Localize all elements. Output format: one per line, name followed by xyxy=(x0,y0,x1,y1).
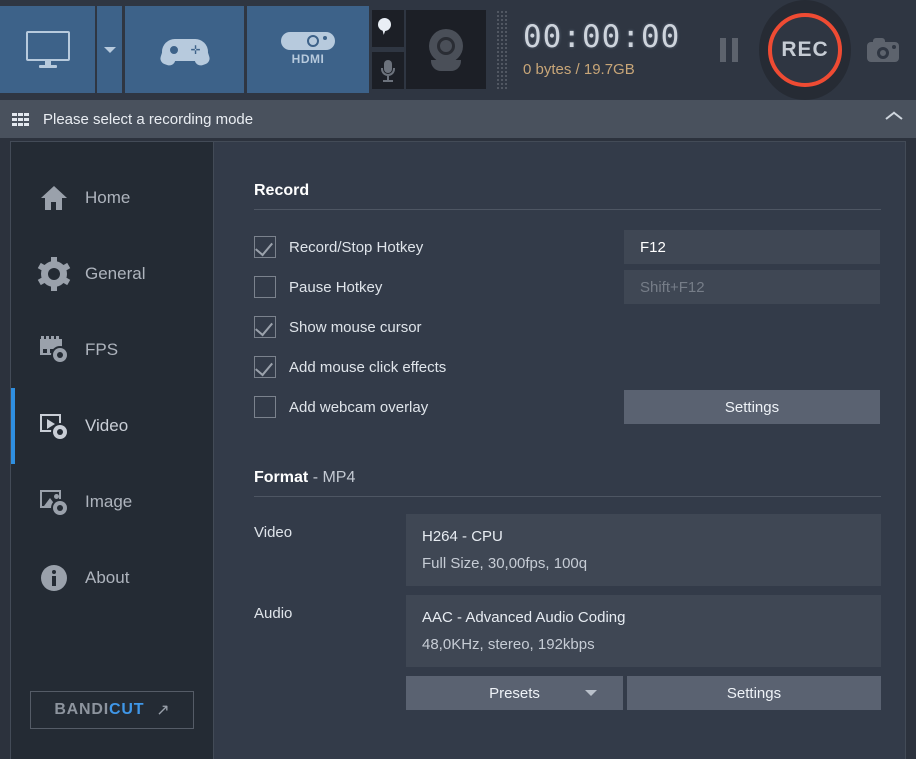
device-recording-mode-button[interactable]: HDMI xyxy=(247,6,369,93)
audio-format-box[interactable]: AAC - Advanced Audio Coding 48,0KHz, ste… xyxy=(406,595,881,667)
add-webcam-overlay-label: Add webcam overlay xyxy=(289,398,429,416)
external-link-icon: ↗ xyxy=(156,702,170,719)
show-mouse-cursor-row: Show mouse cursor xyxy=(254,307,881,347)
sidebar-item-home-label: Home xyxy=(85,188,131,207)
image-gear-icon xyxy=(39,487,69,517)
home-icon xyxy=(39,183,69,213)
presets-dropdown-button[interactable]: Presets xyxy=(406,676,623,710)
show-mouse-cursor-checkbox[interactable] xyxy=(254,316,276,338)
sidebar-item-home[interactable]: Home xyxy=(11,160,213,236)
screen-recording-mode-button[interactable] xyxy=(0,6,97,93)
fps-filmstrip-icon xyxy=(39,335,69,365)
game-recording-mode-button[interactable]: ✛ xyxy=(125,6,247,93)
top-toolbar: ✛ HDMI 00:00:00 0 bytes / 19.7GB REC xyxy=(0,0,916,100)
show-mouse-cursor-label: Show mouse cursor xyxy=(289,318,422,336)
add-mouse-click-effects-row: Add mouse click effects xyxy=(254,347,881,387)
settings-content: Record Record/Stop Hotkey F12 Pause Hotk… xyxy=(214,142,905,759)
capture-toggles-group xyxy=(372,0,509,100)
status-message: Please select a recording mode xyxy=(43,110,254,128)
sidebar-item-fps-label: FPS xyxy=(85,340,119,359)
microphone-toggle[interactable] xyxy=(372,52,404,89)
format-settings-button[interactable]: Settings xyxy=(627,676,881,710)
microphone-icon xyxy=(380,59,396,82)
record-button[interactable]: REC xyxy=(759,0,851,100)
record-hotkey-input[interactable]: F12 xyxy=(624,230,880,264)
main-window-body: Home General FPS Video Image About BANDI… xyxy=(10,141,906,759)
video-details-text: Full Size, 30,00fps, 100q xyxy=(422,555,588,572)
monitor-icon xyxy=(25,30,70,69)
video-codec-text: H264 - CPU xyxy=(422,528,503,545)
pause-hotkey-checkbox[interactable] xyxy=(254,276,276,298)
video-format-box[interactable]: H264 - CPU Full Size, 30,00fps, 100q xyxy=(406,514,881,586)
video-format-label: Video xyxy=(254,524,293,541)
record-stop-hotkey-checkbox[interactable] xyxy=(254,236,276,258)
format-section-divider xyxy=(254,496,881,497)
screen-mode-dropdown-button[interactable] xyxy=(97,6,125,93)
record-button-label: REC xyxy=(768,13,842,87)
sidebar-item-general-label: General xyxy=(85,264,146,283)
sidebar-item-image-label: Image xyxy=(85,492,133,511)
camera-icon xyxy=(867,38,899,62)
sidebar-item-video[interactable]: Video xyxy=(11,388,213,464)
sidebar-item-fps[interactable]: FPS xyxy=(11,312,213,388)
sidebar-item-video-label: Video xyxy=(85,416,129,435)
gamepad-icon: ✛ xyxy=(158,35,211,67)
sidebar-item-about[interactable]: About xyxy=(11,540,213,616)
add-webcam-overlay-row: Add webcam overlay Settings xyxy=(254,387,881,427)
record-hotkey-row: Record/Stop Hotkey F12 xyxy=(254,227,881,267)
mouse-cursor-toggle[interactable] xyxy=(372,10,404,47)
transport-controls: REC xyxy=(703,0,916,100)
bandicut-brand-part1: BANDI xyxy=(54,701,109,718)
format-title-text: Format xyxy=(254,469,309,486)
recording-timer: 00:00:00 xyxy=(523,19,681,55)
video-gear-icon xyxy=(39,411,69,441)
pause-hotkey-row: Pause Hotkey Shift+F12 xyxy=(254,267,881,307)
record-stop-hotkey-label: Record/Stop Hotkey xyxy=(289,238,424,256)
sidebar-item-image[interactable]: Image xyxy=(11,464,213,540)
presets-label: Presets xyxy=(489,684,540,702)
add-mouse-click-effects-checkbox[interactable] xyxy=(254,356,276,378)
chevron-down-icon xyxy=(585,690,597,696)
status-bar: Please select a recording mode xyxy=(0,100,916,138)
chevron-down-icon xyxy=(103,46,116,53)
webcam-settings-button[interactable]: Settings xyxy=(624,390,880,424)
mouse-cursor-icon xyxy=(378,17,398,40)
sidebar: Home General FPS Video Image About BANDI… xyxy=(11,142,214,759)
pause-button[interactable] xyxy=(703,0,755,100)
audio-format-label: Audio xyxy=(254,605,293,622)
chevron-up-icon[interactable] xyxy=(886,115,902,124)
snapshot-button[interactable] xyxy=(855,0,911,100)
record-section-divider xyxy=(254,209,881,210)
video-format-row: Video H264 - CPU Full Size, 30,00fps, 10… xyxy=(254,514,881,586)
grid-apps-icon[interactable] xyxy=(12,112,29,126)
info-icon xyxy=(39,563,69,593)
webcam-toggle[interactable] xyxy=(406,10,486,89)
recording-size-info: 0 bytes / 19.7GB xyxy=(523,61,635,78)
bandicut-promo-button[interactable]: BANDI CUT ↗ xyxy=(30,691,194,729)
format-subtitle-text: - MP4 xyxy=(312,469,356,486)
recording-timer-block: 00:00:00 0 bytes / 19.7GB xyxy=(523,0,703,100)
pause-icon xyxy=(720,38,738,62)
sidebar-item-general[interactable]: General xyxy=(11,236,213,312)
audio-codec-text: AAC - Advanced Audio Coding xyxy=(422,609,626,626)
pause-hotkey-label: Pause Hotkey xyxy=(289,278,383,296)
add-mouse-click-effects-label: Add mouse click effects xyxy=(289,358,447,376)
bandicut-brand-part2: CUT xyxy=(108,701,145,718)
record-section-title: Record xyxy=(254,182,310,199)
audio-details-text: 48,0KHz, stereo, 192kbps xyxy=(422,636,595,653)
sidebar-item-about-label: About xyxy=(85,568,130,587)
hdmi-icon: HDMI xyxy=(277,30,339,70)
recording-mode-group: ✛ HDMI xyxy=(0,0,369,100)
gear-icon xyxy=(37,257,71,291)
hdmi-label: HDMI xyxy=(291,51,325,66)
drag-grip-icon[interactable] xyxy=(495,10,509,89)
webcam-icon xyxy=(425,28,467,71)
format-section-title: Format - MP4 xyxy=(254,469,881,496)
audio-format-row: Audio AAC - Advanced Audio Coding 48,0KH… xyxy=(254,595,881,667)
add-webcam-overlay-checkbox[interactable] xyxy=(254,396,276,418)
format-buttons-row: Presets Settings xyxy=(406,676,881,710)
pause-hotkey-input[interactable]: Shift+F12 xyxy=(624,270,880,304)
